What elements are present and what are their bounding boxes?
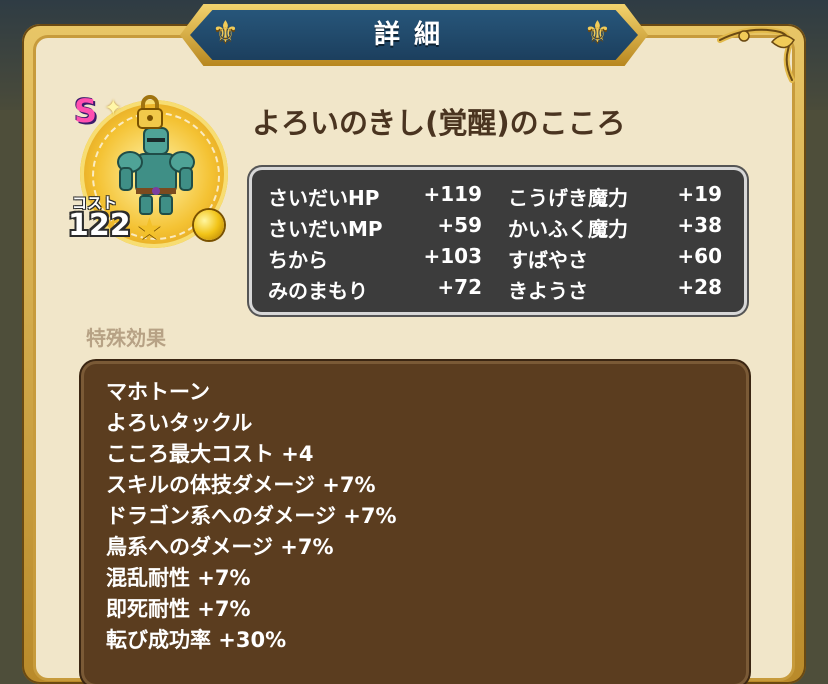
effect-item: よろいタックル xyxy=(106,411,253,435)
stat-value: +103 xyxy=(423,244,482,268)
lock-icon[interactable] xyxy=(134,94,166,130)
cost-value: 122 xyxy=(68,208,131,243)
special-effects-title: 特殊効果 xyxy=(86,326,166,350)
heart-name: よろいのきし(覚醒)のこころ xyxy=(252,106,626,140)
effect-item: 混乱耐性 +7% xyxy=(106,566,251,590)
effect-item: マホトーン xyxy=(106,380,210,404)
stat-value: +60 xyxy=(677,244,722,268)
effect-item: 転び成功率 +30% xyxy=(106,628,287,652)
effect-item: ドラゴン系へのダメージ +7% xyxy=(106,504,397,528)
stat-label: こうげき魔力 xyxy=(508,186,628,210)
armored-knight-monster-icon xyxy=(117,120,195,215)
stat-value: +59 xyxy=(437,213,482,237)
corner-ornament-icon xyxy=(717,26,795,83)
stat-label: かいふく魔力 xyxy=(508,217,628,241)
stat-value: +19 xyxy=(677,182,722,206)
stat-value: +28 xyxy=(677,275,722,299)
stat-label: きようさ xyxy=(508,279,588,303)
effect-item: 鳥系へのダメージ +7% xyxy=(106,535,334,559)
stat-label: すばやさ xyxy=(508,248,588,272)
rank-badge: S xyxy=(74,92,98,130)
stat-value: +38 xyxy=(677,213,722,237)
stat-label: さいだいHP xyxy=(268,186,380,210)
dialog-title: 詳細 xyxy=(373,20,454,50)
effect-item: 即死耐性 +7% xyxy=(106,597,251,621)
stat-value: +119 xyxy=(423,182,482,206)
star-icon: ★ xyxy=(136,212,163,247)
effect-item: スキルの体技ダメージ +7% xyxy=(106,473,376,497)
gold-orb-icon xyxy=(194,210,224,240)
stat-label: ちから xyxy=(268,248,328,272)
stat-label: みのまもり xyxy=(268,279,368,303)
sparkle-icon: ✦ xyxy=(104,96,123,121)
effect-item: こころ最大コスト +4 xyxy=(106,442,314,466)
stat-value: +72 xyxy=(437,275,482,299)
stat-label: さいだいMP xyxy=(268,217,383,241)
